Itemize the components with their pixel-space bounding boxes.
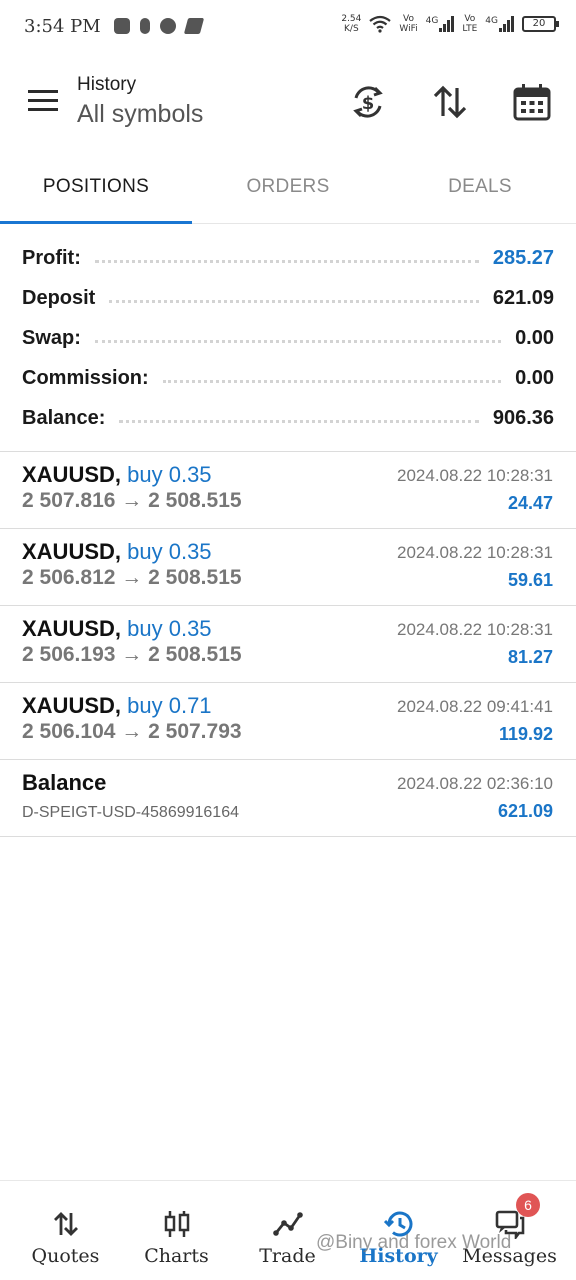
nav-charts[interactable]: Charts: [119, 1181, 234, 1280]
tab-bar: POSITIONS ORDERS DEALS: [0, 160, 576, 224]
status-indicators: 2.54 K/S Vo WiFi 4G Vo LTE 4G 20: [341, 14, 559, 34]
arrow-right-icon: →: [121, 566, 143, 589]
nav-trade[interactable]: Trade: [230, 1181, 345, 1280]
signal-bars-icon: [499, 16, 514, 32]
svg-text:$: $: [362, 93, 375, 114]
status-bar: 3:54 PM 2.54 K/S Vo WiFi 4G Vo LTE 4G 20: [0, 0, 576, 56]
volte-label: Vo LTE: [462, 14, 478, 34]
notification-icons: [114, 18, 205, 34]
summary-row-deposit: Deposit 621.09: [22, 286, 554, 309]
dot-leader: [94, 259, 479, 263]
arrow-right-icon: →: [121, 720, 143, 743]
app-notification-icon: [140, 18, 150, 34]
deal-profit: 81.27: [507, 647, 553, 667]
sim2-signal: 4G: [485, 16, 514, 32]
page-title: History: [77, 74, 137, 95]
position-row[interactable]: XAUUSD, buy 0.35 2 506.193 → 2 508.515 2…: [0, 606, 576, 683]
arrow-right-icon: →: [121, 643, 143, 666]
summary-row-profit: Profit: 285.27: [22, 246, 554, 269]
nav-quotes[interactable]: Quotes: [8, 1181, 123, 1280]
quotes-icon: [53, 1212, 78, 1236]
deal-time: 2024.08.22 10:28:31: [397, 620, 553, 639]
sort-icon[interactable]: [430, 82, 470, 122]
summary-row-balance: Balance: 906.36: [22, 406, 554, 429]
symbol-filter[interactable]: All symbols: [77, 100, 203, 129]
charts-icon: [164, 1211, 189, 1237]
bottom-nav: Quotes Charts Trade History 6 Messages: [0, 1180, 576, 1280]
deal-profit: 119.92: [498, 724, 553, 744]
nav-history[interactable]: History: [341, 1181, 456, 1280]
tab-orders[interactable]: ORDERS: [192, 160, 384, 224]
balance-amount: 621.09: [497, 801, 553, 821]
summary-panel: Profit: 285.27 Deposit 621.09 Swap: 0.00…: [0, 238, 576, 438]
unread-badge: 6: [516, 1193, 540, 1217]
balance-comment: D-SPEIGT-USD-45869916164: [22, 804, 239, 821]
dot-leader: [162, 379, 502, 383]
summary-row-swap: Swap: 0.00: [22, 326, 554, 349]
tab-indicator: [0, 221, 192, 224]
sim1-signal: 4G: [426, 16, 455, 32]
arrow-right-icon: →: [121, 489, 143, 512]
app-bar: History All symbols $: [0, 60, 576, 150]
dot-leader: [119, 419, 479, 423]
tab-deals[interactable]: DEALS: [384, 160, 576, 224]
deal-time: 2024.08.22 10:28:31: [397, 466, 553, 485]
currency-exchange-icon[interactable]: $: [348, 82, 388, 122]
deal-time: 2024.08.22 02:36:10: [397, 774, 553, 793]
position-row[interactable]: XAUUSD, buy 0.71 2 506.104 → 2 507.793 2…: [0, 683, 576, 760]
trade-icon: [272, 1212, 303, 1236]
menu-icon[interactable]: [28, 88, 60, 116]
position-row[interactable]: XAUUSD, buy 0.35 2 506.812 → 2 508.515 2…: [0, 529, 576, 606]
title-block: History All symbols: [77, 74, 203, 129]
app-notification-icon: [114, 18, 130, 34]
net-speed: 2.54 K/S: [341, 14, 362, 34]
dot-leader: [109, 299, 479, 303]
position-row[interactable]: XAUUSD, buy 0.35 2 507.816 → 2 508.515 2…: [0, 452, 576, 529]
deal-profit: 24.47: [507, 493, 553, 513]
dot-leader: [94, 339, 502, 343]
balance-row[interactable]: Balance D-SPEIGT-USD-45869916164 2024.08…: [0, 760, 576, 837]
summary-row-commission: Commission: 0.00: [22, 366, 554, 389]
calendar-icon[interactable]: [512, 82, 552, 122]
signal-bars-icon: [439, 16, 455, 32]
battery-icon: 20: [522, 16, 559, 32]
telegram-icon: [183, 18, 205, 34]
wifi-icon: [369, 15, 392, 33]
status-time: 3:54 PM: [24, 16, 101, 37]
chat-notification-icon: [160, 18, 176, 34]
history-icon: [383, 1211, 412, 1237]
deal-time: 2024.08.22 10:28:31: [397, 543, 553, 562]
tab-positions[interactable]: POSITIONS: [0, 160, 192, 224]
nav-messages[interactable]: 6 Messages: [452, 1181, 567, 1280]
vowifi-label: Vo WiFi: [399, 14, 418, 34]
deal-time: 2024.08.22 09:41:41: [397, 697, 553, 716]
deal-profit: 59.61: [507, 570, 553, 590]
